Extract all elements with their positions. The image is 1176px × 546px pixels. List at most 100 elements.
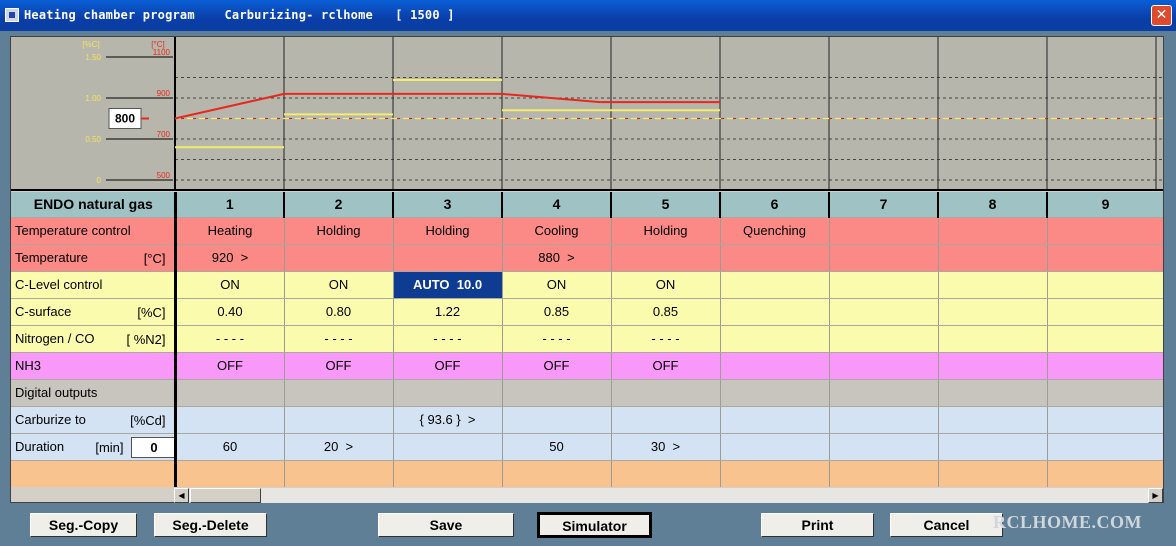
segment-cell[interactable]: - - - - xyxy=(393,325,503,353)
segment-cell[interactable]: OFF xyxy=(611,352,721,380)
segment-cell[interactable] xyxy=(1047,271,1163,299)
segment-cell[interactable]: 50 xyxy=(502,433,612,461)
segment-cell[interactable]: ON xyxy=(611,271,721,299)
segment-cell[interactable] xyxy=(393,460,503,487)
segment-cell[interactable]: OFF xyxy=(284,352,394,380)
scroll-left-arrow-icon[interactable]: ◀ xyxy=(174,488,189,503)
segment-cell[interactable]: Heating xyxy=(175,217,285,245)
segment-header-1[interactable]: 1 xyxy=(175,192,285,218)
segment-cell[interactable]: - - - - xyxy=(611,325,721,353)
segment-cell[interactable] xyxy=(1047,406,1163,434)
segment-cell[interactable] xyxy=(1047,352,1163,380)
segment-cell[interactable] xyxy=(393,379,503,407)
segment-cell[interactable] xyxy=(829,352,939,380)
segment-cell[interactable] xyxy=(611,460,721,487)
segment-cell[interactable]: 0.85 xyxy=(502,298,612,326)
segment-cell[interactable]: Quenching xyxy=(720,217,830,245)
segment-cell[interactable] xyxy=(175,460,285,487)
app-icon[interactable] xyxy=(5,8,19,22)
segment-cell[interactable] xyxy=(284,244,394,272)
segment-header-6[interactable]: 6 xyxy=(720,192,830,218)
segment-cell[interactable] xyxy=(829,325,939,353)
segment-cell[interactable] xyxy=(720,325,830,353)
segment-cell[interactable]: 0.40 xyxy=(175,298,285,326)
simulator-button[interactable]: Simulator xyxy=(537,512,652,538)
segment-cell[interactable] xyxy=(284,379,394,407)
segment-cell[interactable]: 880 > xyxy=(502,244,612,272)
segment-cell[interactable] xyxy=(720,244,830,272)
segment-cell[interactable] xyxy=(1047,460,1163,487)
segment-cell[interactable]: - - - - xyxy=(502,325,612,353)
segment-cell[interactable]: - - - - xyxy=(175,325,285,353)
segment-cell[interactable] xyxy=(829,244,939,272)
segment-cell[interactable] xyxy=(502,379,612,407)
horizontal-scrollbar[interactable]: ◀ ▶ xyxy=(174,488,1163,503)
segment-cell[interactable]: AUTO 10.0 xyxy=(393,271,503,299)
scroll-thumb[interactable] xyxy=(190,488,261,503)
close-button[interactable]: ✕ xyxy=(1151,5,1172,26)
segment-header-9[interactable]: 9 xyxy=(1047,192,1163,218)
segment-cell[interactable] xyxy=(938,460,1048,487)
segment-cell[interactable] xyxy=(938,352,1048,380)
segment-cell[interactable] xyxy=(1047,217,1163,245)
segment-cell[interactable] xyxy=(1047,244,1163,272)
segment-cell[interactable] xyxy=(284,406,394,434)
segment-cell[interactable] xyxy=(393,244,503,272)
segment-cell[interactable] xyxy=(938,325,1048,353)
segment-cell[interactable] xyxy=(938,298,1048,326)
seg-copy-button[interactable]: Seg.-Copy xyxy=(30,513,137,537)
segment-cell[interactable] xyxy=(502,406,612,434)
segment-cell[interactable] xyxy=(829,406,939,434)
segment-cell[interactable]: { 93.6 } > xyxy=(393,406,503,434)
segment-cell[interactable] xyxy=(829,460,939,487)
seg-delete-button[interactable]: Seg.-Delete xyxy=(154,513,267,537)
segment-cell[interactable] xyxy=(393,433,503,461)
scroll-right-arrow-icon[interactable]: ▶ xyxy=(1148,488,1163,503)
segment-cell[interactable] xyxy=(829,298,939,326)
segment-cell[interactable]: ON xyxy=(284,271,394,299)
segment-cell[interactable]: 920 > xyxy=(175,244,285,272)
save-button[interactable]: Save xyxy=(378,513,514,537)
segment-cell[interactable]: 0.85 xyxy=(611,298,721,326)
segment-cell[interactable] xyxy=(829,379,939,407)
duration-input[interactable]: 0 xyxy=(131,436,172,458)
segment-header-2[interactable]: 2 xyxy=(284,192,394,218)
segment-cell[interactable] xyxy=(1047,325,1163,353)
segment-cell[interactable] xyxy=(829,271,939,299)
segment-header-8[interactable]: 8 xyxy=(938,192,1048,218)
segment-cell[interactable] xyxy=(502,460,612,487)
segment-cell[interactable]: 60 xyxy=(175,433,285,461)
segment-cell[interactable] xyxy=(1047,433,1163,461)
segment-header-4[interactable]: 4 xyxy=(502,192,612,218)
segment-cell[interactable]: Holding xyxy=(611,217,721,245)
segment-cell[interactable] xyxy=(720,298,830,326)
segment-cell[interactable] xyxy=(720,433,830,461)
segment-cell[interactable] xyxy=(938,271,1048,299)
segment-cell[interactable] xyxy=(720,352,830,380)
segment-cell[interactable] xyxy=(284,460,394,487)
segment-cell[interactable]: ON xyxy=(175,271,285,299)
segment-cell[interactable] xyxy=(1047,379,1163,407)
segment-cell[interactable] xyxy=(938,244,1048,272)
segment-cell[interactable]: Holding xyxy=(284,217,394,245)
segment-cell[interactable] xyxy=(938,433,1048,461)
segment-cell[interactable] xyxy=(938,379,1048,407)
segment-cell[interactable] xyxy=(175,379,285,407)
segment-cell[interactable]: - - - - xyxy=(284,325,394,353)
segment-cell[interactable]: 20 > xyxy=(284,433,394,461)
segment-cell[interactable] xyxy=(720,460,830,487)
segment-header-7[interactable]: 7 xyxy=(829,192,939,218)
segment-cell[interactable] xyxy=(720,406,830,434)
segment-cell[interactable]: 0.80 xyxy=(284,298,394,326)
print-button[interactable]: Print xyxy=(761,513,874,537)
segment-cell[interactable]: 30 > xyxy=(611,433,721,461)
title-bar[interactable]: Heating chamber program Carburizing- rcl… xyxy=(0,0,1176,31)
segment-cell[interactable] xyxy=(611,406,721,434)
segment-cell[interactable]: Cooling xyxy=(502,217,612,245)
segment-header-3[interactable]: 3 xyxy=(393,192,503,218)
segment-cell[interactable]: Holding xyxy=(393,217,503,245)
segment-cell[interactable] xyxy=(829,433,939,461)
segment-cell[interactable] xyxy=(611,244,721,272)
segment-header-5[interactable]: 5 xyxy=(611,192,721,218)
segment-cell[interactable]: OFF xyxy=(175,352,285,380)
